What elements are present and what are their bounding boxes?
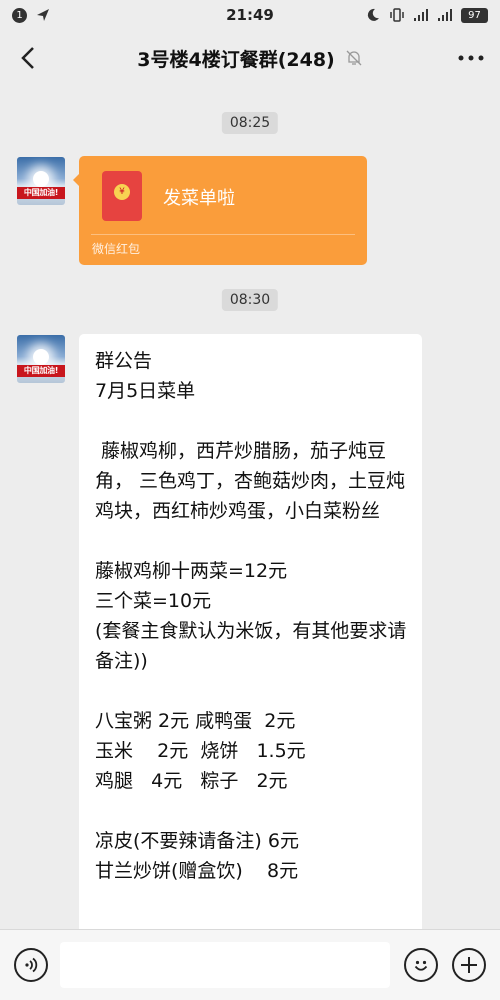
back-arrow-icon: [21, 47, 34, 69]
plus-button[interactable]: [452, 948, 486, 982]
text-message[interactable]: 群公告 7月5日菜单 藤椒鸡柳，西芹炒腊肠，茄子炖豆角， 三色鸡丁，杏鲍菇炒肉，…: [79, 334, 422, 954]
avatar-caption: 中国加油!: [17, 187, 65, 199]
message-timestamp: 08:25: [221, 112, 279, 134]
back-button[interactable]: [14, 44, 42, 72]
voice-button[interactable]: [14, 948, 48, 982]
red-packet-title: 发菜单啦: [163, 188, 235, 209]
signal-icon: [414, 9, 428, 21]
input-bar: [0, 929, 500, 1000]
status-right: 97: [365, 7, 488, 23]
emoji-icon: [414, 960, 428, 971]
red-packet-icon: ¥: [102, 171, 142, 221]
avatar-sun: [33, 349, 49, 365]
message-timestamp: 08:30: [221, 289, 279, 311]
chat-header: 3号楼4楼订餐群(248): [0, 30, 500, 86]
emoji-button[interactable]: [404, 948, 438, 982]
voice-icon: [25, 957, 38, 973]
more-dots-icon: [458, 55, 484, 61]
yuan-seal-icon: ¥: [114, 184, 130, 200]
notification-badge: 1: [12, 7, 27, 23]
avatar-caption: 中国加油!: [17, 365, 65, 377]
avatar-sun: [33, 171, 49, 187]
message-input[interactable]: [60, 942, 390, 988]
vibrate-icon: [390, 8, 404, 22]
battery-icon: 97: [461, 7, 488, 23]
red-packet-message[interactable]: ¥ 发菜单啦 微信红包: [73, 156, 367, 265]
red-packet-footer: 微信红包: [92, 242, 141, 256]
plus-icon: [461, 957, 477, 973]
mute-bell-icon: [346, 50, 362, 66]
avatar[interactable]: 中国加油!: [17, 157, 65, 205]
status-left: 1: [12, 7, 51, 23]
signal-icon-2: [438, 9, 452, 21]
chat-title-wrap: 3号楼4楼订餐群(248): [137, 45, 362, 72]
moon-icon: [367, 8, 379, 21]
location-icon: [37, 9, 49, 21]
status-bar: 1 21:49 97: [0, 0, 500, 30]
more-button[interactable]: [456, 44, 486, 72]
chat-title: 3号楼4楼订餐群(248): [137, 48, 335, 71]
avatar[interactable]: 中国加油!: [17, 335, 65, 383]
red-packet-divider: [91, 234, 355, 235]
